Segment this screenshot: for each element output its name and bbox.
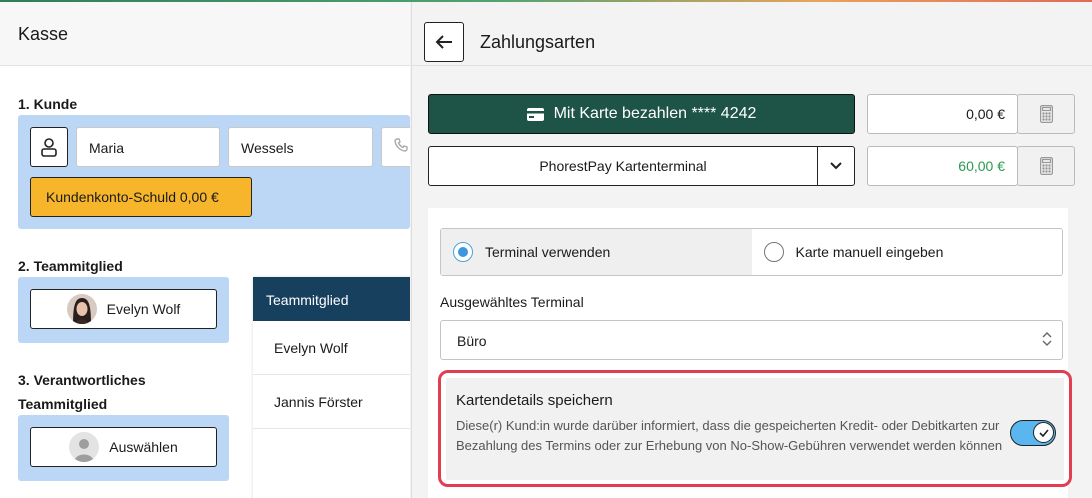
customer-section-label: 1. Kunde bbox=[18, 96, 78, 112]
last-name-field[interactable]: Wessels bbox=[228, 127, 373, 167]
terminal-select[interactable]: PhorestPay Kartenterminal bbox=[428, 146, 818, 186]
dropdown-header: Teammitglied bbox=[253, 277, 410, 321]
save-card-details-section: Kartendetails speichern Diese(r) Kund:in… bbox=[446, 378, 1064, 480]
team-member-section-label: 2. Teammitglied bbox=[18, 258, 123, 274]
card-amount-field[interactable]: 0,00 € bbox=[867, 94, 1018, 134]
phone-field[interactable] bbox=[381, 127, 410, 167]
toggle-knob bbox=[1033, 422, 1054, 443]
radio-unselected-icon bbox=[763, 242, 784, 262]
user-icon bbox=[41, 138, 57, 157]
customer-debt-button[interactable]: Kundenkonto-Schuld 0,00 € bbox=[30, 177, 252, 217]
selected-terminal-label: Ausgewähltes Terminal bbox=[440, 294, 584, 310]
card-calculator-button[interactable] bbox=[1017, 94, 1075, 134]
placeholder-avatar bbox=[69, 432, 100, 462]
terminal-amount-field[interactable]: 60,00 € bbox=[867, 146, 1018, 186]
back-button[interactable] bbox=[424, 22, 464, 62]
radio-manual-entry[interactable]: Karte manuell eingeben bbox=[752, 229, 1063, 275]
responsible-section-label-2: Teammitglied bbox=[18, 396, 108, 412]
calculator-icon bbox=[1039, 105, 1053, 123]
checkout-title: Kasse bbox=[18, 24, 69, 44]
save-card-details-description: Diese(r) Kund:in wurde darüber informier… bbox=[456, 418, 1003, 453]
payment-methods-panel: Zahlungsarten Mit Karte bezahlen **** 42… bbox=[411, 2, 1092, 498]
pay-with-card-label: Mit Karte bezahlen **** 4242 bbox=[553, 105, 757, 122]
checkout-header: Kasse bbox=[0, 2, 410, 66]
radio-manual-entry-label: Karte manuell eingeben bbox=[795, 244, 944, 260]
terminal-dropdown-toggle[interactable] bbox=[817, 146, 855, 186]
evelyn-avatar bbox=[66, 294, 97, 324]
checkout-panel: Kasse 1. Kunde Maria Wessels Kundenkonto… bbox=[0, 2, 410, 498]
save-card-details-toggle[interactable] bbox=[1010, 420, 1056, 446]
terminal-calculator-button[interactable] bbox=[1017, 146, 1075, 186]
dropdown-item-jannis[interactable]: Jannis Förster bbox=[253, 375, 410, 429]
save-card-details-highlight: Kartendetails speichern Diese(r) Kund:in… bbox=[438, 370, 1072, 487]
team-member-dropdown: Teammitglied Evelyn Wolf Jannis Förster bbox=[253, 277, 410, 498]
phone-icon bbox=[394, 138, 408, 152]
responsible-section-label: 3. Verantwortliches bbox=[18, 372, 146, 388]
team-member-button[interactable]: Evelyn Wolf bbox=[30, 289, 217, 329]
dropdown-item-evelyn[interactable]: Evelyn Wolf bbox=[253, 321, 410, 375]
first-name-field[interactable]: Maria bbox=[76, 127, 220, 167]
selected-terminal-select[interactable]: Büro bbox=[440, 320, 1063, 360]
credit-card-icon bbox=[526, 107, 544, 121]
team-member-name: Evelyn Wolf bbox=[106, 301, 181, 317]
selected-terminal-value: Büro bbox=[457, 333, 487, 349]
arrow-left-icon bbox=[435, 35, 452, 49]
check-icon bbox=[1038, 428, 1049, 437]
radio-use-terminal-label: Terminal verwenden bbox=[485, 244, 611, 260]
payment-title: Zahlungsarten bbox=[480, 32, 596, 52]
calculator-icon bbox=[1039, 157, 1053, 175]
save-card-details-title: Kartendetails speichern bbox=[456, 392, 613, 409]
radio-selected-icon bbox=[453, 242, 473, 262]
chevron-up-down-icon bbox=[1042, 332, 1052, 346]
card-payment-panel: Terminal verwenden Karte manuell eingebe… bbox=[428, 208, 1072, 498]
payment-header: Zahlungsarten bbox=[412, 2, 1092, 66]
pay-with-card-button[interactable]: Mit Karte bezahlen **** 4242 bbox=[428, 94, 855, 134]
select-responsible-button[interactable]: Auswählen bbox=[30, 427, 217, 467]
select-responsible-label: Auswählen bbox=[109, 439, 178, 455]
radio-use-terminal[interactable]: Terminal verwenden bbox=[441, 229, 752, 275]
customer-profile-button[interactable] bbox=[30, 127, 68, 167]
card-entry-radio-group: Terminal verwenden Karte manuell eingebe… bbox=[440, 228, 1063, 276]
chevron-down-icon bbox=[830, 162, 842, 170]
